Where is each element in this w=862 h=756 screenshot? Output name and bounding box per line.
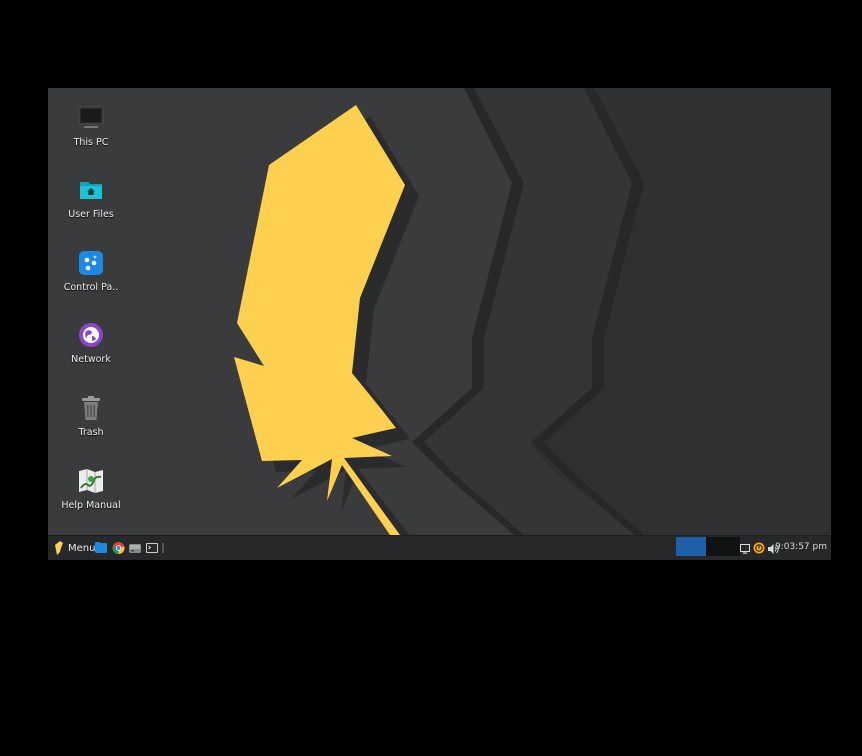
display-icon[interactable] [740, 542, 750, 556]
drive-icon[interactable] [129, 541, 141, 555]
home-folder-icon [80, 182, 102, 199]
wallpaper [48, 88, 831, 535]
desktop-icon-control-panel[interactable]: Control Pa.. [56, 250, 126, 293]
desktop-icon-help-manual[interactable]: Help Manual [56, 468, 126, 511]
trash-icon [82, 396, 100, 420]
update-icon[interactable] [753, 541, 765, 555]
separator [162, 543, 164, 553]
desktop-icon-label: This PC [73, 137, 109, 148]
menu-label: Menu [68, 542, 96, 554]
desktop-icon-label: Help Manual [61, 500, 121, 511]
network-globe-icon [79, 323, 103, 347]
clock[interactable]: 9:03:57 pm [775, 542, 827, 552]
chrome-icon[interactable] [112, 541, 125, 555]
desktop-icon-user-files[interactable]: User Files [56, 177, 126, 220]
desktop-icon-label: Trash [78, 427, 104, 438]
workspace-2-button[interactable] [706, 537, 740, 556]
desktop-icon-this-pc[interactable]: This PC [56, 105, 126, 148]
desktop-icon-trash[interactable]: Trash [56, 395, 126, 438]
help-manual-icon [79, 469, 103, 493]
desktop-icon-label: User Files [68, 209, 114, 220]
desktop-icon-network[interactable]: Network [56, 322, 126, 365]
control-panel-icon [79, 251, 103, 275]
feather-logo-icon [55, 541, 63, 555]
workspace-1-button[interactable] [676, 537, 706, 556]
menu-button[interactable]: Menu [54, 540, 95, 556]
computer-icon [78, 106, 104, 128]
taskbar: Menu 9:03:57 pm [48, 535, 831, 560]
desktop-screen: This PC User Files Control Pa.. Network [48, 88, 831, 560]
desktop-icon-label: Network [71, 354, 111, 365]
file-manager-icon[interactable] [95, 541, 107, 555]
desktop-icon-label: Control Pa.. [63, 282, 119, 293]
terminal-icon[interactable] [146, 541, 158, 555]
